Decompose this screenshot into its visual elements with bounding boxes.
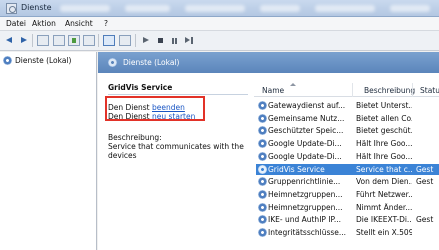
description-label: Beschreibung: xyxy=(108,133,162,142)
title-bar: Dienste xyxy=(0,0,439,17)
help-icon[interactable] xyxy=(103,35,115,46)
table-row[interactable]: IKE- und AuthIP IP... Die IKEEXT-Di... Ges… xyxy=(256,214,439,225)
service-name-cell: IKE- und AuthIP IP... xyxy=(268,215,342,225)
blurred-taskbar-item xyxy=(60,5,110,12)
console-tree: Dienste (Lokal) xyxy=(0,52,97,250)
service-description-cell: Hält Ihre Goo... xyxy=(356,139,412,149)
menu-datei[interactable]: Datei xyxy=(6,19,26,28)
services-gear-icon xyxy=(3,56,12,65)
service-name-cell: GridVis Service xyxy=(268,164,325,174)
toolbar-separator xyxy=(32,34,33,47)
console-tree-icon[interactable] xyxy=(37,35,49,46)
blurred-taskbar-item xyxy=(390,5,430,12)
service-status-cell: Gest xyxy=(416,177,434,187)
service-description-cell: Service that c... xyxy=(356,164,412,174)
selected-service-name: GridVis Service xyxy=(108,83,173,92)
table-row[interactable]: Gruppenrichtlinie... Von dem Dien... Gest xyxy=(256,176,439,187)
column-separator[interactable] xyxy=(412,83,413,97)
column-header-name[interactable]: Name xyxy=(262,86,284,95)
table-row[interactable]: Integritätsschlüsse... Stellt ein X.509..… xyxy=(256,227,439,238)
service-name-cell: Gemeinsame Nutz... xyxy=(268,113,345,123)
blurred-taskbar-item xyxy=(260,5,300,12)
service-description-cell: Die IKEEXT-Di... xyxy=(356,215,412,225)
menu-aktion[interactable]: Aktion xyxy=(32,19,56,28)
column-header-status[interactable]: Statu xyxy=(420,86,439,95)
service-gear-icon xyxy=(258,189,267,199)
forward-arrow-icon[interactable] xyxy=(17,35,29,46)
service-gear-icon xyxy=(258,101,267,110)
service-name-cell: Heimnetzgruppen... xyxy=(268,189,343,199)
menu-bar: Datei Aktion Ansicht ? xyxy=(0,17,439,31)
toolbar-separator xyxy=(98,34,99,47)
service-name-cell: Heimnetzgruppen... xyxy=(268,202,343,212)
blurred-taskbar-item xyxy=(125,5,170,12)
table-row[interactable]: Google Update-Di... Hält Ihre Goo... xyxy=(256,138,439,149)
table-row[interactable]: Heimnetzgruppen... Nimmt Änder... xyxy=(256,202,439,213)
service-name-cell: Google Update-Di... xyxy=(268,139,342,149)
service-description-cell: Nimmt Änder... xyxy=(356,202,412,212)
service-description-cell: Führt Netzwer... xyxy=(356,189,412,199)
services-gear-icon xyxy=(108,58,117,67)
service-gear-icon xyxy=(258,113,267,123)
service-gear-icon xyxy=(258,215,267,225)
content-header-label: Dienste (Lokal) xyxy=(123,58,180,67)
service-name-cell: Gruppenrichtlinie... xyxy=(268,177,341,187)
table-row[interactable]: Gemeinsame Nutz... Bietet allen Co... xyxy=(256,113,439,124)
refresh-icon[interactable] xyxy=(68,35,80,46)
menu-help[interactable]: ? xyxy=(104,19,108,28)
table-row[interactable]: GridVis Service Service that c... Gest xyxy=(256,163,439,175)
service-description-cell: Von dem Dien... xyxy=(356,177,412,187)
annotation-highlight-box xyxy=(105,96,205,121)
list-header: Name Beschreibung Statu xyxy=(254,83,439,97)
properties-icon[interactable] xyxy=(53,35,65,46)
pause-service-icon[interactable] xyxy=(169,35,181,46)
service-gear-icon xyxy=(258,177,267,187)
detail-divider xyxy=(108,94,248,95)
table-row[interactable]: Gatewaydienst auf... Bietet Unterst... xyxy=(256,100,439,111)
service-name-cell: Gatewaydienst auf... xyxy=(268,101,346,110)
table-row[interactable]: Heimnetzgruppen... Führt Netzwer... xyxy=(256,189,439,200)
sort-ascending-icon xyxy=(290,83,296,86)
table-row[interactable]: Geschützter Speic... Bietet geschüt... xyxy=(256,125,439,136)
service-name-cell: Geschützter Speic... xyxy=(268,126,344,136)
menu-ansicht[interactable]: Ansicht xyxy=(65,19,93,28)
service-gear-icon xyxy=(258,228,267,237)
column-separator[interactable] xyxy=(352,83,353,97)
export-list-icon[interactable] xyxy=(83,35,95,46)
services-app-icon xyxy=(6,3,17,14)
service-description-cell: Bietet Unterst... xyxy=(356,101,412,110)
service-name-cell: Integritätsschlüsse... xyxy=(268,228,347,237)
service-gear-icon xyxy=(258,202,267,212)
service-name-cell: Google Update-Di... xyxy=(268,151,342,161)
blurred-taskbar-item xyxy=(315,5,375,12)
toolbar xyxy=(0,31,439,51)
tree-node-services-local[interactable]: Dienste (Lokal) xyxy=(3,55,74,66)
service-description-cell: Stellt ein X.509... xyxy=(356,228,412,237)
description-text: Service that communicates with the devic… xyxy=(108,142,244,160)
service-gear-icon xyxy=(258,139,267,149)
show-action-pane-icon[interactable] xyxy=(119,35,131,46)
tree-node-label: Dienste (Lokal) xyxy=(15,56,72,65)
service-status-cell: Gest xyxy=(416,164,434,174)
window-title: Dienste xyxy=(21,3,52,12)
service-description-cell: Bietet allen Co... xyxy=(356,113,412,123)
column-header-description[interactable]: Beschreibung xyxy=(364,86,415,95)
toolbar-separator xyxy=(135,34,136,47)
service-gear-icon xyxy=(258,164,267,174)
start-service-icon[interactable] xyxy=(140,35,152,46)
blurred-taskbar-item xyxy=(185,5,245,12)
service-description-cell: Hält Ihre Goo... xyxy=(356,151,412,161)
service-gear-icon xyxy=(258,126,267,136)
restart-service-icon[interactable] xyxy=(183,35,195,46)
service-description-cell: Bietet geschüt... xyxy=(356,126,412,136)
services-list: Name Beschreibung Statu Gatewaydienst au… xyxy=(254,73,439,250)
content-header: Dienste (Lokal) xyxy=(98,52,439,73)
back-arrow-icon[interactable] xyxy=(4,35,16,46)
service-gear-icon xyxy=(258,151,267,161)
stop-service-icon[interactable] xyxy=(155,35,167,46)
table-row[interactable]: Google Update-Di... Hält Ihre Goo... xyxy=(256,151,439,162)
service-status-cell: Gest xyxy=(416,215,434,225)
